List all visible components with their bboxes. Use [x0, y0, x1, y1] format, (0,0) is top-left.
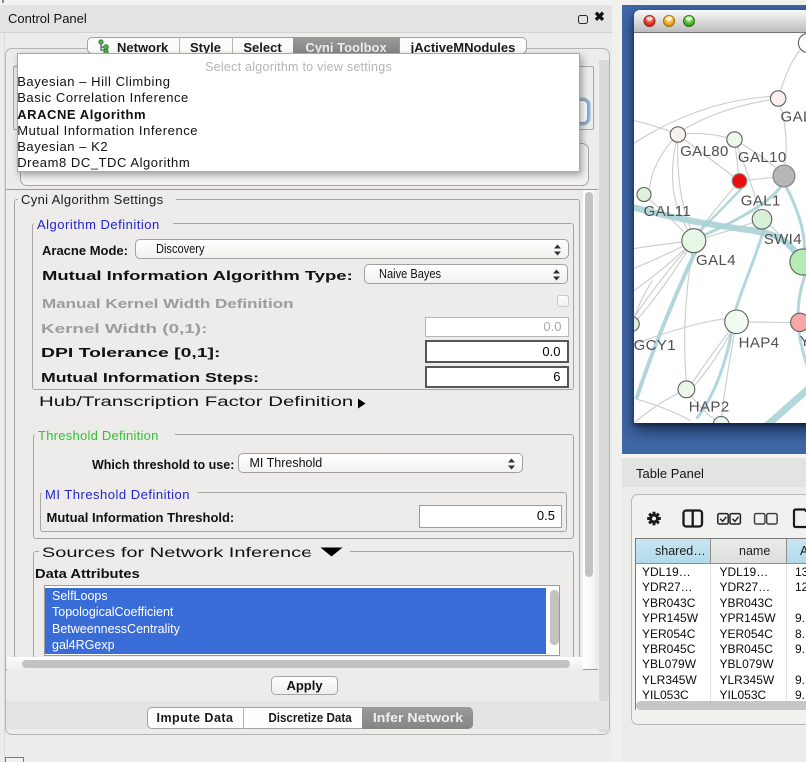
svg-text:GAL11: GAL11: [643, 203, 691, 220]
svg-text:GAL7: GAL7: [780, 108, 806, 125]
svg-text:GAL4: GAL4: [696, 252, 736, 269]
svg-text:HAP2: HAP2: [688, 398, 729, 415]
svg-text:HAP4: HAP4: [738, 334, 779, 351]
svg-text:GAL10: GAL10: [737, 149, 786, 166]
svg-text:GAL1: GAL1: [740, 192, 780, 209]
svg-text:SWI4: SWI4: [763, 231, 801, 248]
svg-text:GAL80: GAL80: [680, 142, 729, 159]
svg-text:GCY1: GCY1: [634, 336, 676, 353]
svg-text:YM: YM: [799, 333, 806, 350]
